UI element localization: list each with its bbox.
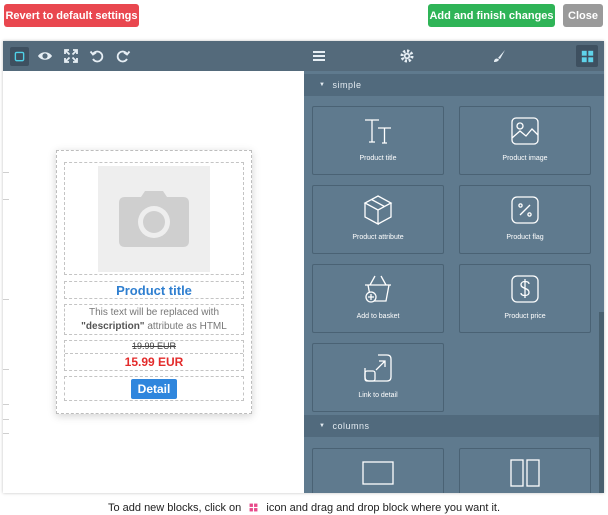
external-link-icon: [364, 354, 392, 382]
fullscreen-button[interactable]: [58, 41, 84, 71]
block-product-attribute[interactable]: Product attribute: [312, 185, 444, 254]
faded-line: [3, 404, 9, 405]
undo-icon: [89, 50, 104, 63]
redo-icon: [116, 50, 131, 63]
title-text-icon: [365, 119, 391, 144]
menu-icon: [313, 51, 325, 61]
editor-canvas[interactable]: Product title This text will be replaced…: [3, 71, 304, 493]
detail-button[interactable]: Detail: [130, 378, 178, 399]
help-text-after: icon and drag and drop block where you w…: [266, 502, 500, 514]
product-description-block[interactable]: This text will be replaced with "descrip…: [64, 304, 244, 335]
image-icon: [511, 117, 539, 145]
blocks-panel-button[interactable]: [576, 45, 598, 67]
fullscreen-icon: [64, 49, 78, 63]
blocks-grid-icon: [249, 503, 258, 512]
gear-icon: [400, 49, 414, 63]
faded-line: [3, 419, 9, 420]
image-placeholder: [98, 165, 210, 272]
block-label: Product price: [504, 313, 546, 320]
block-label: Add to basket: [356, 313, 400, 320]
percent-icon: [511, 196, 539, 224]
help-text: To add new blocks, click on icon and dra…: [0, 502, 608, 515]
undo-button[interactable]: [84, 41, 110, 71]
blocks-panel: ▼ simple Product title Product image Pro…: [304, 71, 604, 493]
faded-line: [3, 369, 9, 370]
preview-button[interactable]: [32, 41, 58, 71]
close-button[interactable]: Close: [563, 4, 603, 27]
one-column-icon: [362, 461, 394, 485]
old-price: 19.99 EUR: [65, 341, 243, 354]
panel-scrollbar[interactable]: [599, 312, 604, 493]
revert-defaults-button[interactable]: Revert to default settings: [4, 4, 139, 27]
detail-link-block[interactable]: Detail: [64, 376, 244, 401]
dollar-icon: [511, 275, 539, 303]
block-link-to-detail[interactable]: Link to detail: [312, 343, 444, 412]
section-simple-label: simple: [332, 80, 362, 90]
new-price: 15.99 EUR: [124, 355, 184, 369]
editor-toolbar: [3, 41, 304, 71]
cubes-icon: [363, 195, 393, 226]
block-label: Link to detail: [358, 392, 398, 399]
section-columns[interactable]: ▼ columns: [304, 415, 604, 437]
faded-line: [3, 199, 9, 200]
basket-add-icon: [365, 275, 391, 303]
panel-toolbar: [304, 41, 604, 71]
product-title-block[interactable]: Product title: [64, 281, 244, 299]
select-tool-button[interactable]: [6, 41, 32, 71]
description-keyword: "description": [81, 321, 145, 332]
brush-icon: [494, 50, 505, 62]
product-price-block[interactable]: 19.99 EUR 15.99 EUR: [64, 340, 244, 371]
settings-button[interactable]: [394, 41, 420, 71]
add-and-finish-button[interactable]: Add and finish changes: [428, 4, 555, 27]
caret-down-icon: ▼: [319, 82, 326, 88]
faded-line: [3, 172, 9, 173]
block-label: Product title: [359, 155, 397, 162]
page-builder-editor: Product title This text will be replaced…: [3, 41, 604, 493]
style-manager-button[interactable]: [486, 41, 512, 71]
camera-icon: [119, 190, 189, 247]
block-label: Product attribute: [352, 234, 404, 241]
block-product-price[interactable]: Product price: [459, 264, 591, 333]
block-two-columns[interactable]: [459, 448, 591, 493]
faded-line: [3, 433, 9, 434]
layer-manager-button[interactable]: [306, 41, 332, 71]
block-one-column[interactable]: [312, 448, 444, 493]
section-simple[interactable]: ▼ simple: [304, 74, 604, 96]
description-text: This text will be replaced with: [88, 307, 220, 318]
preview-eye-icon: [38, 52, 52, 60]
redo-button[interactable]: [110, 41, 136, 71]
block-product-image[interactable]: Product image: [459, 106, 591, 175]
block-add-to-basket[interactable]: Add to basket: [312, 264, 444, 333]
block-label: Product image: [502, 155, 548, 162]
caret-down-icon: ▼: [319, 423, 326, 429]
block-product-flag[interactable]: Product flag: [459, 185, 591, 254]
block-label: Product flag: [506, 234, 544, 241]
help-text-before: To add new blocks, click on: [107, 502, 242, 514]
two-column-icon: [510, 459, 540, 487]
section-columns-label: columns: [332, 421, 370, 431]
select-icon: [9, 46, 29, 66]
description-suffix: attribute as HTML: [147, 321, 227, 332]
product-card[interactable]: Product title This text will be replaced…: [56, 150, 252, 414]
blocks-grid-icon: [581, 50, 593, 62]
faded-line: [3, 299, 9, 300]
block-product-title[interactable]: Product title: [312, 106, 444, 175]
product-image-block[interactable]: [64, 162, 244, 275]
